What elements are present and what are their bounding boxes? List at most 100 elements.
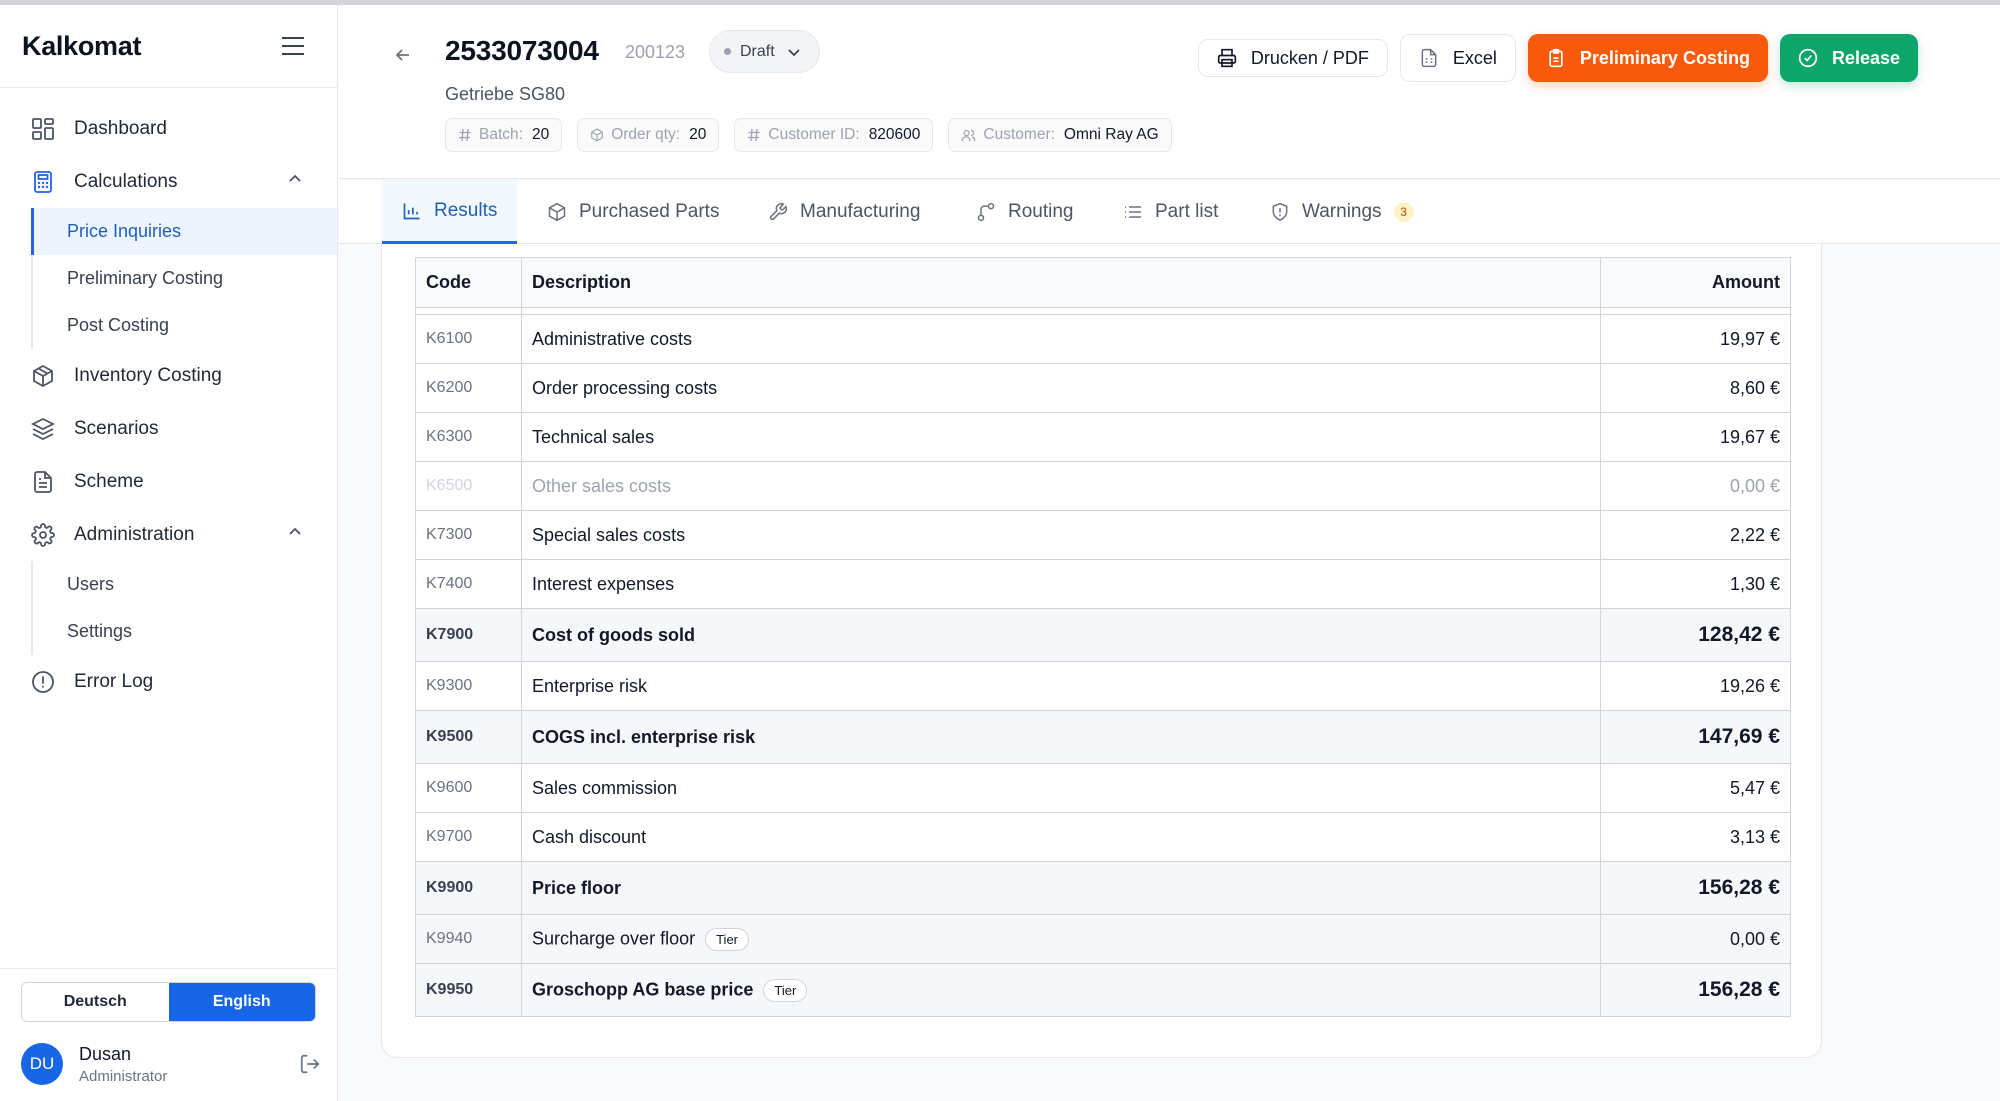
sidebar-item-calculations[interactable]: Calculations bbox=[0, 155, 337, 208]
tab-bar: Results Purchased Parts Manufacturing Ro… bbox=[339, 180, 2000, 244]
cell-description: Price floor bbox=[521, 861, 1601, 915]
sidebar-item-label: Price Inquiries bbox=[67, 221, 182, 241]
chevron-down-icon bbox=[788, 48, 800, 56]
back-arrow-icon[interactable] bbox=[393, 45, 413, 70]
bar-chart-icon bbox=[403, 203, 420, 219]
table-row: K7400 Interest expenses 1,30 € bbox=[415, 559, 1791, 609]
table-row: K6200 Order processing costs 8,60 € bbox=[415, 363, 1791, 413]
preliminary-costing-button[interactable]: Preliminary Costing bbox=[1527, 34, 1768, 82]
sidebar-item-error-log[interactable]: Error Log bbox=[0, 655, 337, 708]
cell-description: Enterprise risk bbox=[521, 661, 1601, 711]
header-actions: Drucken / PDF Excel Preliminary Costing … bbox=[1197, 34, 1918, 82]
cell-code: K9900 bbox=[415, 861, 522, 915]
chevron-up-icon[interactable] bbox=[287, 524, 303, 546]
print-pdf-label: Drucken / PDF bbox=[1250, 47, 1369, 68]
language-option-english[interactable]: English bbox=[168, 983, 315, 1021]
calculations-submenu: Price Inquiries Preliminary Costing Post… bbox=[31, 208, 337, 349]
cell-code: K6200 bbox=[415, 363, 522, 413]
hamburger-menu-icon[interactable] bbox=[279, 32, 307, 60]
print-pdf-button[interactable]: Drucken / PDF bbox=[1197, 39, 1388, 77]
meta-chips: Batch: 20 Order qty: 20 Customer ID: 820… bbox=[445, 118, 1172, 152]
tab-label: Routing bbox=[1008, 201, 1074, 222]
cell-code: K7300 bbox=[415, 510, 522, 560]
table-row: K9300 Enterprise risk 19,26 € bbox=[415, 661, 1791, 711]
sidebar: Kalkomat Dashboard Calculations Price In… bbox=[0, 5, 338, 1101]
tab-manufacturing[interactable]: Manufacturing bbox=[768, 180, 920, 244]
table-row: K9700 Cash discount 3,13 € bbox=[415, 812, 1791, 862]
route-icon bbox=[977, 202, 995, 222]
description-text: Technical sales bbox=[532, 426, 655, 447]
sidebar-item-users[interactable]: Users bbox=[31, 561, 337, 608]
table-row: K9600 Sales commission 5,47 € bbox=[415, 763, 1791, 813]
description-text: Order processing costs bbox=[532, 377, 718, 398]
language-option-deutsch[interactable]: Deutsch bbox=[22, 983, 169, 1021]
sidebar-item-price-inquiries[interactable]: Price Inquiries bbox=[31, 208, 337, 255]
cell-description: Administrative costs bbox=[521, 314, 1601, 364]
chevron-up-icon[interactable] bbox=[287, 171, 303, 193]
chip-batch: Batch: 20 bbox=[445, 118, 563, 152]
tab-results[interactable]: Results bbox=[382, 180, 518, 244]
chip-key: Order qty: bbox=[611, 126, 681, 143]
sidebar-item-preliminary-costing[interactable]: Preliminary Costing bbox=[31, 255, 337, 302]
sidebar-item-dashboard[interactable]: Dashboard bbox=[0, 102, 337, 155]
cell-code: K9940 bbox=[415, 914, 522, 964]
cell-code: K9950 bbox=[415, 963, 522, 1017]
cell-description: Interest expenses bbox=[521, 559, 1601, 609]
sidebar-item-post-costing[interactable]: Post Costing bbox=[31, 302, 337, 349]
description-text: Cash discount bbox=[532, 826, 647, 847]
tab-purchased-parts[interactable]: Purchased Parts bbox=[547, 180, 719, 244]
description-text: Administrative costs bbox=[532, 328, 693, 349]
cell-description: Technical sales bbox=[521, 412, 1601, 462]
shield-icon bbox=[1272, 202, 1288, 222]
clipboard-icon bbox=[1549, 48, 1563, 68]
cell-amount: 147,69 € bbox=[1600, 710, 1791, 764]
warnings-count-badge: 3 bbox=[1393, 202, 1414, 222]
chip-key: Customer ID: bbox=[768, 126, 860, 143]
avatar[interactable]: DU bbox=[21, 1043, 63, 1085]
cell-code: K9700 bbox=[415, 812, 522, 862]
dashboard-icon bbox=[30, 116, 56, 142]
cell-amount: 5,47 € bbox=[1600, 763, 1791, 813]
main-nav: Dashboard Calculations Price Inquiries P… bbox=[0, 88, 337, 708]
sidebar-item-scenarios[interactable]: Scenarios bbox=[0, 402, 337, 455]
tab-label: Part list bbox=[1155, 201, 1219, 222]
chip-value: Omni Ray AG bbox=[1063, 126, 1159, 143]
cell-amount: 0,00 € bbox=[1600, 914, 1791, 964]
cell-amount: 3,13 € bbox=[1600, 812, 1791, 862]
user-profile: DU Dusan Administrator bbox=[21, 1043, 321, 1085]
cell-code: K9600 bbox=[415, 763, 522, 813]
sidebar-item-inventory-costing[interactable]: Inventory Costing bbox=[0, 349, 337, 402]
sidebar-item-settings[interactable]: Settings bbox=[31, 608, 337, 655]
tab-part-list[interactable]: Part list bbox=[1123, 180, 1218, 244]
description-text: Interest expenses bbox=[532, 573, 675, 594]
calculator-icon bbox=[30, 169, 56, 195]
cell-amount: 128,42 € bbox=[1600, 608, 1791, 662]
table-row: K6300 Technical sales 19,67 € bbox=[415, 412, 1791, 462]
description-text: Enterprise risk bbox=[532, 675, 648, 696]
status-dropdown[interactable]: Draft bbox=[709, 30, 820, 73]
sidebar-item-administration[interactable]: Administration bbox=[0, 508, 337, 561]
description-text: COGS incl. enterprise risk bbox=[532, 726, 756, 747]
release-button[interactable]: Release bbox=[1779, 34, 1918, 82]
sidebar-item-label: Post Costing bbox=[67, 315, 170, 335]
user-name: Dusan bbox=[79, 1043, 132, 1064]
cell-amount: 0,00 € bbox=[1600, 461, 1791, 511]
tab-routing[interactable]: Routing bbox=[976, 180, 1074, 244]
sidebar-item-scheme[interactable]: Scheme bbox=[0, 455, 337, 508]
chip-value: 820600 bbox=[868, 126, 921, 143]
table-body: K6100 Administrative costs 19,97 € K6200 Ord… bbox=[415, 307, 1791, 1017]
column-header-code: Code bbox=[415, 257, 522, 308]
status-label: Draft bbox=[740, 42, 775, 60]
excel-button[interactable]: Excel bbox=[1399, 34, 1516, 82]
cell-description: Cost of goods sold bbox=[521, 608, 1601, 662]
tab-warnings[interactable]: Warnings 3 bbox=[1270, 180, 1414, 244]
cell-code: K6500 bbox=[415, 461, 522, 511]
cell-amount: 1,30 € bbox=[1600, 559, 1791, 609]
wrench-icon bbox=[769, 202, 788, 221]
cell-description: Special sales costs bbox=[521, 510, 1601, 560]
logout-icon[interactable] bbox=[299, 1053, 321, 1080]
box-icon bbox=[30, 363, 56, 389]
table-header-row: Code Description Amount bbox=[415, 257, 1791, 308]
language-switch: Deutsch English bbox=[21, 982, 316, 1022]
cell-amount: 19,97 € bbox=[1600, 314, 1791, 364]
